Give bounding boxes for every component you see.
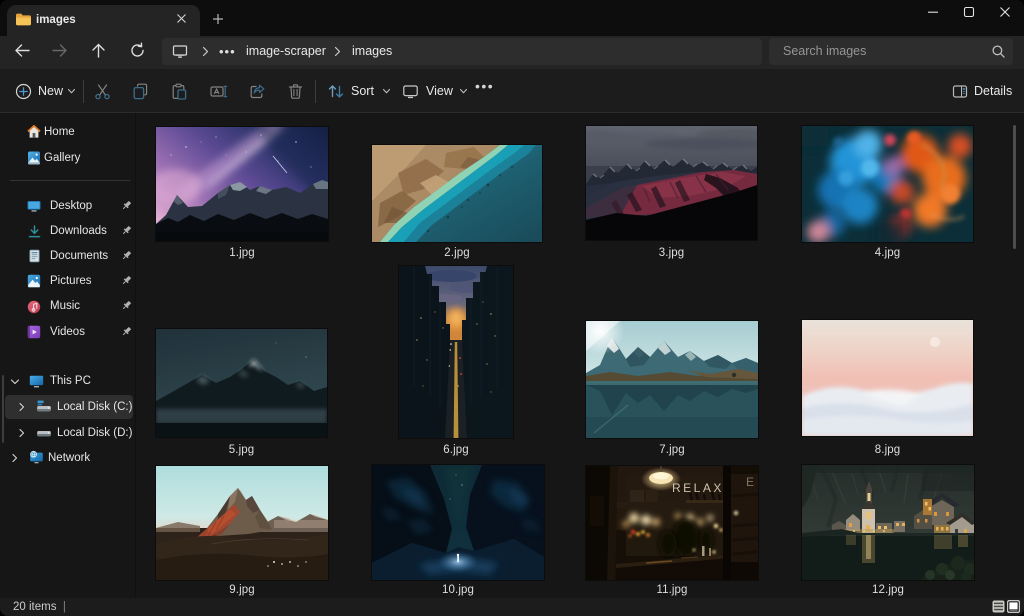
svg-text:E: E: [746, 475, 754, 489]
svg-text:RELAX: RELAX: [672, 481, 724, 495]
